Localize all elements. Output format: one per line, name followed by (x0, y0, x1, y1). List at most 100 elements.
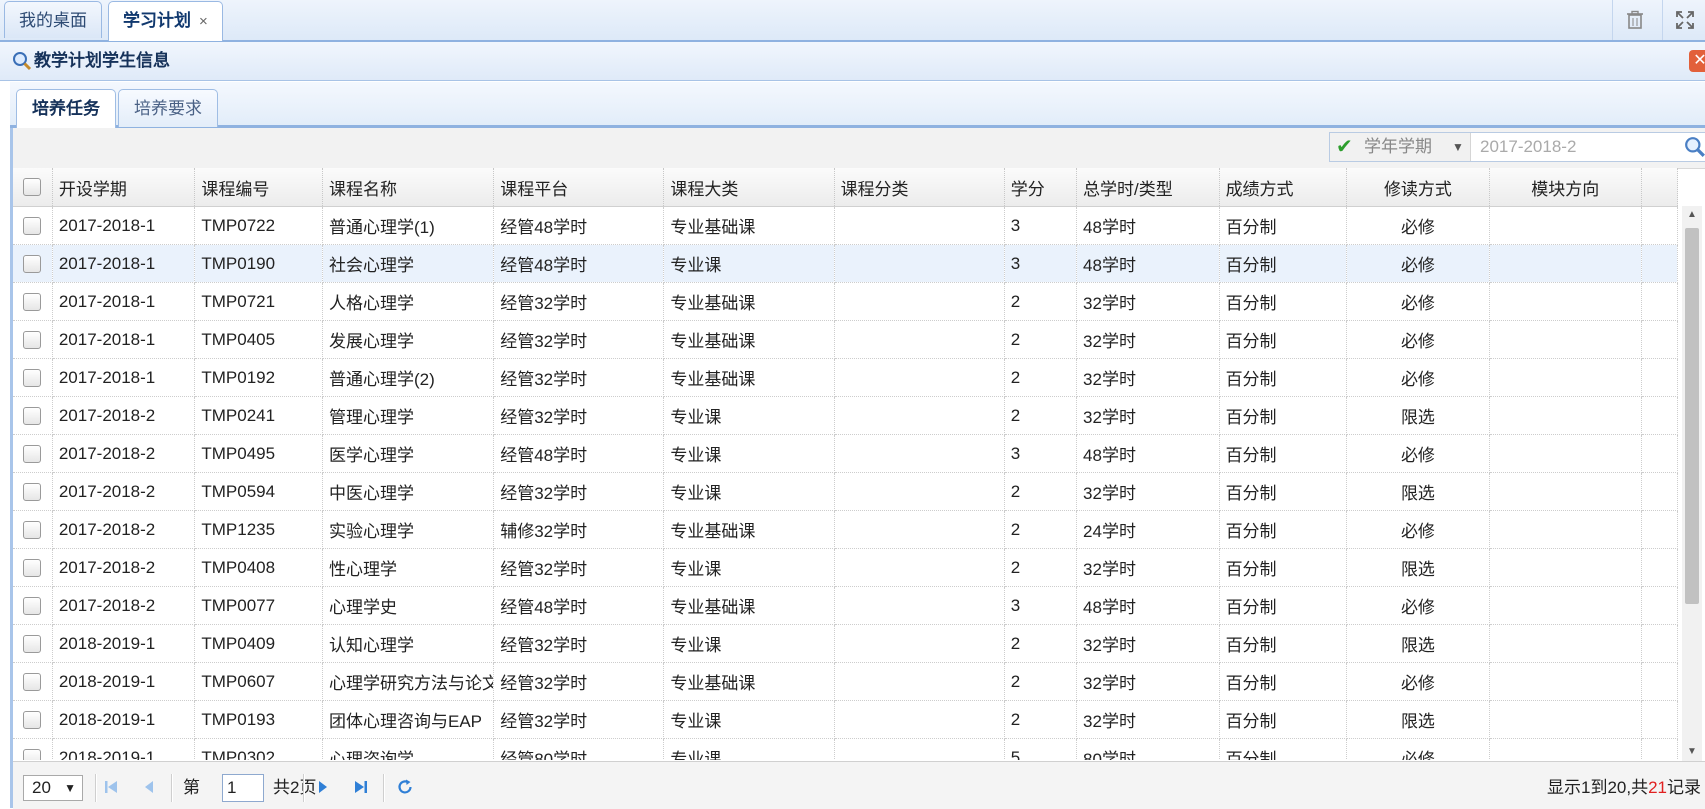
page-size-select[interactable]: 20 ▼ (23, 775, 83, 801)
table-cell: 必修 (1346, 738, 1490, 760)
column-header[interactable]: 课程大类 (663, 168, 835, 207)
table-row[interactable]: 2017-2018-2 TMP1235 实验心理学 辅修32学时 专业基础课 2 24学时百… (13, 510, 1678, 549)
column-header[interactable]: 开设学期 (52, 168, 196, 207)
course-grid: 开设学期 课程编号 课程名称 课程平台 课程大类 课程分类 学分 总学时/类型 … (13, 168, 1679, 760)
pager-divider (171, 774, 173, 802)
table-cell: 32学时 (1076, 320, 1220, 359)
row-checkbox[interactable] (13, 320, 53, 359)
row-checkbox[interactable] (13, 244, 53, 283)
table-cell: 3 (1004, 434, 1078, 473)
table-cell (834, 700, 1005, 739)
column-header[interactable]: 学分 (1004, 168, 1078, 207)
table-row[interactable]: 2017-2018-2 TMP0077 心理学史 经管48学时 专业基础课 3 48学时 百分… (13, 586, 1678, 625)
row-checkbox[interactable] (13, 472, 53, 511)
trash-icon[interactable] (1612, 0, 1657, 40)
table-row[interactable]: 2017-2018-2 TMP0241 管理心理学 经管32学时 专业课 2 32学时 百分制… (13, 396, 1678, 435)
table-cell: 百分制 (1219, 207, 1348, 245)
table-row[interactable]: 2018-2019-1 TMP0193 团体心理咨询与EAP 经管32学时 专业课 2 32… (13, 700, 1678, 739)
row-checkbox[interactable] (13, 358, 53, 397)
panel-title: 教学计划学生信息 (34, 51, 170, 70)
table-row[interactable]: 2018-2019-1 TMP0607 心理学研究方法与论文 经管32学时 专业基础课 2… (13, 662, 1678, 701)
tab-training-requirements[interactable]: 培养要求 (118, 89, 218, 127)
tab-study-plan[interactable]: 学习计划 × (108, 1, 223, 41)
column-header[interactable]: 总学时/类型 (1076, 168, 1220, 207)
refresh-icon[interactable] (393, 775, 417, 799)
table-row[interactable]: 2017-2018-1 TMP0192 普通心理学(2) 经管32学时 专业基础课 2 32… (13, 358, 1678, 397)
table-row[interactable]: 2017-2018-2 TMP0495 医学心理学 经管48学时 专业课 3 48学时 百分制… (13, 434, 1678, 473)
row-checkbox[interactable] (13, 624, 53, 663)
column-header[interactable]: 模块方向 (1489, 168, 1642, 207)
table-cell: 医学心理学 (322, 434, 495, 473)
table-row[interactable]: 2018-2019-1 TMP0409 认知心理学 经管32学时 专业课 2 32学时 百分制… (13, 624, 1678, 663)
search-icon[interactable] (1684, 136, 1705, 158)
table-row[interactable]: 2017-2018-1 TMP0405 发展心理学 经管32学时 专业基础课 2 32学时百… (13, 320, 1678, 359)
table-cell: TMP0302 (194, 738, 323, 760)
column-header[interactable]: 修读方式 (1346, 168, 1490, 207)
record-total: 21 (1648, 778, 1667, 797)
table-cell: 2017-2018-1 (52, 207, 196, 245)
table-cell (834, 624, 1005, 663)
tab-my-desktop[interactable]: 我的桌面 (4, 1, 102, 38)
column-header[interactable]: 课程编号 (194, 168, 323, 207)
table-cell: 专业基础课 (663, 207, 835, 245)
first-page-icon[interactable] (99, 775, 123, 799)
check-icon: ✔ (1336, 136, 1353, 158)
table-cell: 管理心理学 (322, 396, 495, 435)
semester-filter[interactable]: ✔ 学年学期 ▼ 2017-2018-2 (1329, 132, 1705, 162)
table-row[interactable]: 2017-2018-2 TMP0408 性心理学 经管32学时 专业课 2 32学时 百分制限… (13, 548, 1678, 587)
row-checkbox[interactable] (13, 282, 53, 321)
column-header[interactable]: 课程分类 (834, 168, 1005, 207)
table-row[interactable]: 2017-2018-1 TMP0190 社会心理学 经管48学时 专业课 3 48学时 百分制… (13, 244, 1678, 283)
page-prefix: 第 (183, 778, 200, 797)
row-checkbox[interactable] (13, 662, 53, 701)
prev-page-icon[interactable] (137, 775, 161, 799)
tab-label: 培养任务 (32, 99, 100, 118)
last-page-icon[interactable] (349, 775, 373, 799)
page-number-input[interactable]: 1 (222, 774, 264, 802)
row-checkbox[interactable] (13, 510, 53, 549)
table-cell (1489, 282, 1642, 321)
row-checkbox[interactable] (13, 434, 53, 473)
row-checkbox[interactable] (13, 207, 53, 245)
table-cell: 32学时 (1076, 700, 1220, 739)
fullscreen-icon[interactable] (1662, 0, 1705, 40)
table-cell: 心理学研究方法与论文 (322, 662, 495, 701)
table-row[interactable]: 2017-2018-1 TMP0722 普通心理学(1) 经管48学时 专业基础课 3 48… (13, 207, 1678, 245)
select-all-checkbox[interactable] (13, 168, 53, 207)
table-row[interactable]: 2017-2018-2 TMP0594 中医心理学 经管32学时 专业课 2 32学时 百分制… (13, 472, 1678, 511)
close-panel-icon[interactable]: ✕ (1689, 50, 1705, 72)
table-cell: 2017-2018-1 (52, 244, 196, 283)
scroll-up-icon[interactable]: ▲ (1682, 206, 1702, 224)
scrollbar-thumb[interactable] (1685, 228, 1699, 604)
filter-field-dropdown[interactable]: ✔ 学年学期 ▼ (1330, 133, 1471, 161)
column-header[interactable]: 课程平台 (493, 168, 665, 207)
table-cell: 性心理学 (322, 548, 495, 587)
close-tab-icon[interactable]: × (199, 13, 208, 30)
table-cell (834, 738, 1005, 760)
table-cell (1489, 320, 1642, 359)
table-cell: 2017-2018-1 (52, 358, 196, 397)
table-cell (1489, 700, 1642, 739)
table-cell: 心理学史 (322, 586, 495, 625)
scroll-down-icon[interactable]: ▼ (1682, 743, 1702, 761)
table-cell: 经管48学时 (493, 244, 665, 283)
tab-training-tasks[interactable]: 培养任务 (16, 89, 116, 129)
column-header[interactable]: 课程名称 (322, 168, 495, 207)
table-cell: 经管48学时 (493, 207, 665, 245)
row-checkbox[interactable] (13, 586, 53, 625)
table-row[interactable]: 2017-2018-1 TMP0721 人格心理学 经管32学时 专业基础课 2 32学时百… (13, 282, 1678, 321)
table-cell: 2 (1004, 320, 1078, 359)
row-checkbox[interactable] (13, 548, 53, 587)
grid-scrollbar[interactable]: ▲ ▼ (1682, 206, 1702, 761)
filter-value-input[interactable]: 2017-2018-2 (1480, 133, 1576, 161)
column-header[interactable]: 成绩方式 (1219, 168, 1348, 207)
table-row[interactable]: 2018-2019-1 TMP0302 心理咨询学 经管80学时 专业课 5 80学时 百分制… (13, 738, 1678, 760)
table-cell: 专业课 (663, 244, 835, 283)
table-cell: 3 (1004, 244, 1078, 283)
row-checkbox[interactable] (13, 738, 53, 760)
row-checkbox[interactable] (13, 396, 53, 435)
next-page-icon[interactable] (311, 775, 335, 799)
table-cell: 专业基础课 (663, 358, 835, 397)
row-checkbox[interactable] (13, 700, 53, 739)
table-cell: 限选 (1346, 700, 1490, 739)
